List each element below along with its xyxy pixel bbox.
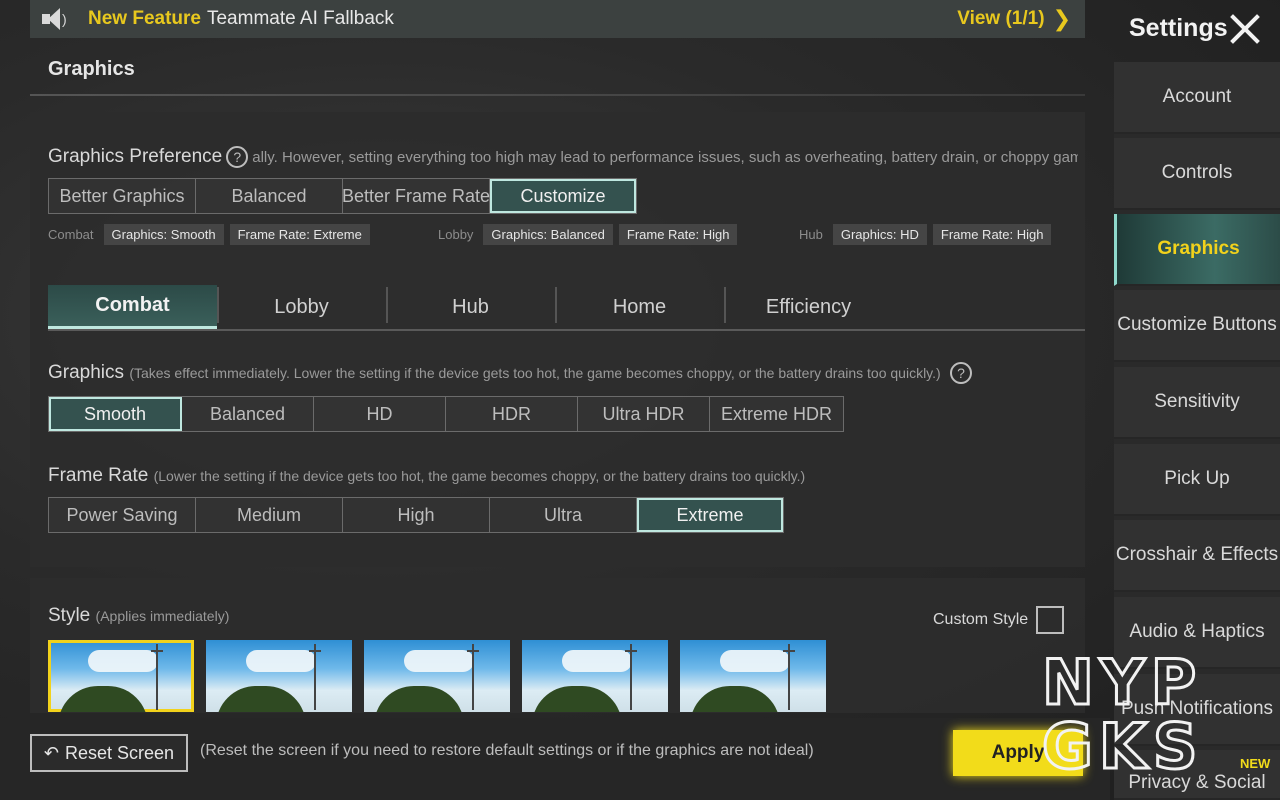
style-thumbnails	[48, 640, 826, 712]
reset-screen-label: Reset Screen	[65, 742, 175, 763]
preference-option-better-graphics[interactable]: Better Graphics	[49, 179, 196, 213]
summary-pill: Graphics: Balanced	[483, 224, 613, 245]
speaker-icon: )	[40, 6, 70, 32]
reset-screen-button[interactable]: ↶ Reset Screen	[30, 734, 188, 772]
summary-pill: Frame Rate: Extreme	[229, 224, 370, 245]
graphics-option-smooth[interactable]: Smooth	[49, 397, 182, 431]
sidebar-item-pick-up[interactable]: Pick Up	[1114, 444, 1280, 516]
graphics-preference-row: Graphics Preference? ally. However, setti…	[48, 146, 1078, 168]
watermark-logo: NYP GKS	[1041, 648, 1204, 773]
chevron-right-icon[interactable]: ❯	[1053, 6, 1071, 32]
graphics-quality-selector: Smooth Balanced HD HDR Ultra HDR Extreme…	[48, 396, 844, 432]
summary-pill: Frame Rate: High	[932, 224, 1052, 245]
custom-style-label: Custom Style	[933, 611, 1029, 628]
summary-pill: Graphics: Smooth	[103, 224, 224, 245]
sidebar-item-customize-buttons[interactable]: Customize Buttons	[1114, 290, 1280, 362]
sidebar-item-account[interactable]: Account	[1114, 62, 1280, 134]
hub-summary: Hub Graphics: HD Frame Rate: High	[799, 224, 1052, 245]
combat-summary: Combat Graphics: Smooth Frame Rate: Extr…	[48, 224, 370, 245]
banner-view-link[interactable]: View (1/1)	[957, 8, 1044, 30]
lobby-summary: Lobby Graphics: Balanced Frame Rate: Hig…	[438, 224, 738, 245]
tab-efficiency[interactable]: Efficiency	[724, 285, 893, 329]
graphics-preference-hint: ally. However, setting everything too hi…	[252, 149, 1078, 167]
frame-rate-option-high[interactable]: High	[343, 498, 490, 532]
sidebar-item-crosshair-effects[interactable]: Crosshair & Effects	[1114, 520, 1280, 592]
summary-context-label: Lobby	[438, 227, 474, 242]
custom-style-toggle[interactable]: Custom Style	[933, 606, 1065, 634]
graphics-option-balanced[interactable]: Balanced	[182, 397, 314, 431]
banner-message: Teammate AI Fallback	[206, 8, 394, 29]
graphics-option-hd[interactable]: HD	[314, 397, 446, 431]
style-label: Style	[48, 605, 91, 626]
graphics-preference-label: Graphics Preference	[48, 146, 223, 168]
sidebar-item-graphics[interactable]: Graphics	[1114, 214, 1280, 286]
close-icon[interactable]	[1228, 12, 1262, 46]
frame-rate-label: Frame Rate	[48, 465, 149, 486]
title-divider	[30, 94, 1085, 96]
graphics-option-extreme-hdr[interactable]: Extreme HDR	[710, 397, 843, 431]
style-row: Style (Applies immediately)	[48, 605, 229, 627]
preference-option-better-frame-rate[interactable]: Better Frame Rate	[342, 179, 490, 213]
undo-icon: ↶	[43, 742, 60, 763]
summary-context-label: Combat	[48, 227, 94, 242]
settings-title: Settings	[1129, 14, 1228, 42]
summary-pill: Frame Rate: High	[618, 224, 738, 245]
frame-rate-option-power-saving[interactable]: Power Saving	[49, 498, 196, 532]
graphics-hint: (Takes effect immediately. Lower the set…	[129, 365, 941, 382]
style-hint: (Applies immediately)	[95, 608, 230, 624]
help-icon[interactable]: ?	[226, 146, 249, 168]
custom-style-checkbox[interactable]	[1036, 606, 1065, 634]
preference-option-customize[interactable]: Customize	[490, 179, 636, 213]
reset-note: (Reset the screen if you need to restore…	[200, 742, 814, 759]
tab-home[interactable]: Home	[555, 285, 724, 329]
frame-rate-selector: Power Saving Medium High Ultra Extreme	[48, 497, 784, 533]
style-thumbnail[interactable]	[522, 640, 668, 712]
graphics-option-hdr[interactable]: HDR	[446, 397, 578, 431]
watermark-line2: GKS	[1042, 710, 1204, 773]
help-icon[interactable]: ?	[949, 362, 972, 384]
style-thumbnail[interactable]	[48, 640, 194, 712]
sidebar-item-sensitivity[interactable]: Sensitivity	[1114, 367, 1280, 439]
style-thumbnail[interactable]	[364, 640, 510, 712]
frame-rate-row: Frame Rate (Lower the setting if the dev…	[48, 465, 805, 487]
graphics-row: Graphics (Takes effect immediately. Lowe…	[48, 362, 976, 384]
watermark-line1: NYP	[1042, 648, 1202, 719]
banner-tag: New Feature	[88, 8, 201, 29]
style-thumbnail[interactable]	[680, 640, 826, 712]
graphics-option-ultra-hdr[interactable]: Ultra HDR	[578, 397, 710, 431]
preference-option-balanced[interactable]: Balanced	[196, 179, 343, 213]
page-title: Graphics	[48, 58, 135, 80]
style-thumbnail[interactable]	[206, 640, 352, 712]
frame-rate-option-medium[interactable]: Medium	[196, 498, 343, 532]
sidebar-item-controls[interactable]: Controls	[1114, 138, 1280, 210]
frame-rate-option-extreme[interactable]: Extreme	[637, 498, 783, 532]
mode-tabs: Combat Lobby Hub Home Efficiency	[48, 285, 1085, 331]
tab-combat[interactable]: Combat	[48, 285, 217, 329]
graphics-preference-selector: Better Graphics Balanced Better Frame Ra…	[48, 178, 637, 214]
frame-rate-hint: (Lower the setting if the device gets to…	[153, 468, 806, 484]
summary-context-label: Hub	[799, 227, 823, 242]
frame-rate-option-ultra[interactable]: Ultra	[490, 498, 637, 532]
tab-hub[interactable]: Hub	[386, 285, 555, 329]
feature-banner[interactable]: ) New Feature Teammate AI Fallback View …	[30, 0, 1085, 38]
summary-pill: Graphics: HD	[832, 224, 927, 245]
tab-lobby[interactable]: Lobby	[217, 285, 386, 329]
graphics-label: Graphics	[48, 362, 125, 384]
